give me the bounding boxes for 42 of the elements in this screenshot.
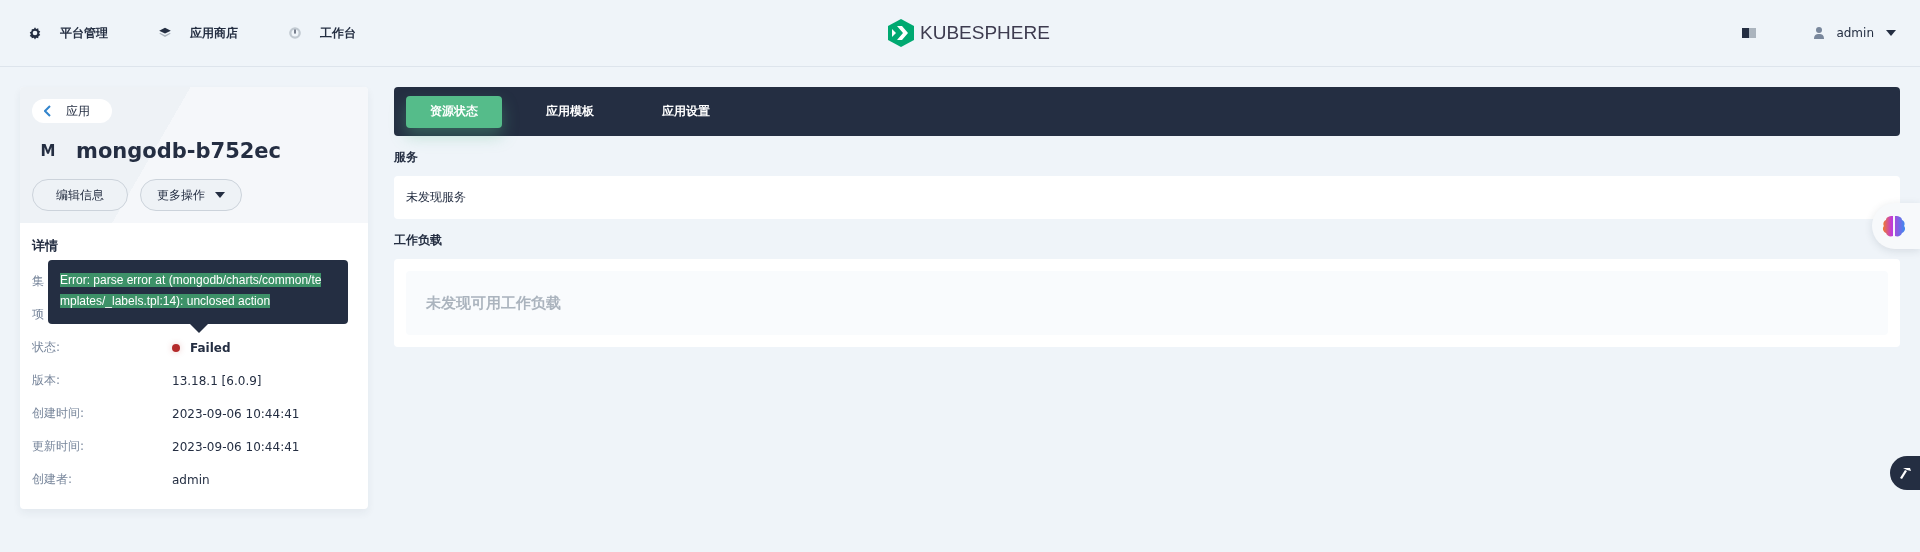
tab[interactable]: 应用模板 <box>522 95 618 128</box>
book-icon[interactable] <box>1742 27 1757 39</box>
caret-icon <box>215 192 225 198</box>
assistant-button[interactable] <box>1872 203 1920 249</box>
brain-icon <box>1882 215 1906 237</box>
action-button[interactable]: 编辑信息 <box>32 179 128 211</box>
nav-link[interactable]: 应用商店 <box>158 24 238 42</box>
detail-label: 更新时间: <box>32 438 85 455</box>
user-menu[interactable]: admin <box>1814 26 1896 40</box>
detail-label: 版本: <box>32 372 61 389</box>
detail-value: admin <box>172 472 211 487</box>
tab[interactable]: 应用设置 <box>638 95 734 128</box>
caret-icon <box>1886 30 1896 36</box>
section-title: 工作负载 <box>394 232 443 249</box>
detail-value: 2023-09-06 10:44:41 <box>172 406 301 421</box>
detail-label: 创建时间: <box>32 405 85 422</box>
detail-label: 集 <box>32 273 44 290</box>
section-title: 服务 <box>394 149 419 166</box>
empty-message: 未发现服务 <box>406 189 467 206</box>
error-message: Error: parse error at (mongodb/charts/common/te mplates/_labels.tpl:14): unclosed action <box>60 272 323 310</box>
app-name: mongodb-b752ec <box>76 139 282 163</box>
empty-message: 未发现可用工作负载 <box>406 271 1888 335</box>
detail-label: 创建者: <box>32 471 73 488</box>
logo-text: KUBESPHERE <box>920 22 1050 44</box>
detail-label: 状态: <box>32 339 61 356</box>
action-button[interactable]: 更多操作 <box>140 179 242 211</box>
chevron-left-icon <box>44 105 52 117</box>
back-button[interactable]: 应用 <box>32 99 112 123</box>
nav-link[interactable]: 工作台 <box>288 24 356 42</box>
detail-value: 13.18.1 [6.0.9] <box>172 373 263 388</box>
layers-icon <box>158 26 172 40</box>
status-text: Failed <box>190 340 231 355</box>
gear-icon <box>28 26 42 40</box>
tools-button[interactable] <box>1890 456 1920 490</box>
details-title: 详情 <box>32 237 59 255</box>
logo-icon <box>888 19 914 47</box>
detail-value: 2023-09-06 10:44:41 <box>172 439 301 454</box>
nav-link[interactable]: 平台管理 <box>28 24 108 42</box>
dial-icon <box>288 26 302 40</box>
user-icon <box>1814 27 1825 39</box>
detail-label: 项 <box>32 306 44 323</box>
hammer-icon <box>1898 466 1912 480</box>
